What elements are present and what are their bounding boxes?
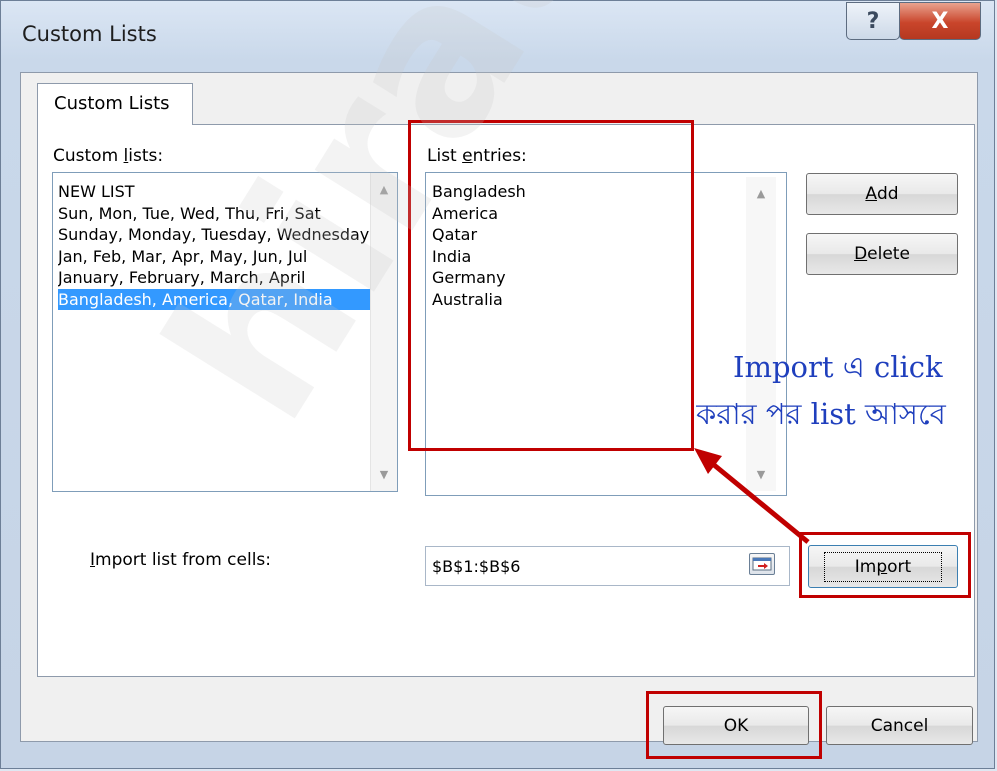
annotation-line2: করার পর list আসবে xyxy=(696,397,946,431)
help-button[interactable]: ? xyxy=(846,2,900,40)
scroll-up-icon[interactable]: ▲ xyxy=(746,187,776,200)
annotation-arrow-icon xyxy=(694,448,810,544)
add-button[interactable]: Add xyxy=(806,173,958,215)
custom-lists-label-post: ists: xyxy=(128,146,164,166)
list-item-selected[interactable]: Bangladesh, America, Qatar, India xyxy=(58,288,370,310)
dialog-title: Custom Lists xyxy=(22,22,157,46)
import-highlight xyxy=(799,532,971,598)
list-item[interactable]: Sun, Mon, Tue, Wed, Thu, Fri, Sat xyxy=(58,203,370,225)
add-button-rest: dd xyxy=(877,184,899,204)
delete-button-key: D xyxy=(854,244,868,264)
custom-lists-listbox[interactable]: NEW LIST Sun, Mon, Tue, Wed, Thu, Fri, S… xyxy=(52,172,398,492)
list-item[interactable]: Jan, Feb, Mar, Apr, May, Jun, Jul xyxy=(58,246,370,268)
scroll-up-icon[interactable]: ▲ xyxy=(371,183,397,196)
import-range-input[interactable]: $B$1:$B$6 xyxy=(425,546,790,586)
delete-button-rest: elete xyxy=(867,244,910,264)
tab-label: Custom Lists xyxy=(54,93,170,114)
import-range-value: $B$1:$B$6 xyxy=(432,557,521,576)
import-list-label: Import list from cells: xyxy=(90,550,271,570)
custom-lists-label-pre: Custom xyxy=(53,146,124,166)
close-button[interactable]: X xyxy=(899,2,981,40)
list-item[interactable]: NEW LIST xyxy=(58,181,370,203)
import-label-rest: mport list from cells: xyxy=(95,550,272,570)
custom-lists-scrollbar[interactable]: ▲ ▼ xyxy=(370,173,397,491)
cancel-button[interactable]: Cancel xyxy=(826,706,973,745)
annotation-line1: Import এ click xyxy=(733,350,943,384)
delete-button[interactable]: Delete xyxy=(806,233,958,275)
scroll-down-icon[interactable]: ▼ xyxy=(371,468,397,481)
tab-custom-lists[interactable]: Custom Lists xyxy=(37,83,193,125)
list-entries-highlight xyxy=(408,120,694,451)
add-button-key: A xyxy=(865,184,878,204)
list-item[interactable]: Sunday, Monday, Tuesday, Wednesday xyxy=(58,224,370,246)
collapse-dialog-icon[interactable] xyxy=(749,553,775,575)
custom-lists-label: Custom lists: xyxy=(53,146,163,166)
list-item[interactable]: January, February, March, April xyxy=(58,267,370,289)
ok-highlight xyxy=(646,691,822,759)
